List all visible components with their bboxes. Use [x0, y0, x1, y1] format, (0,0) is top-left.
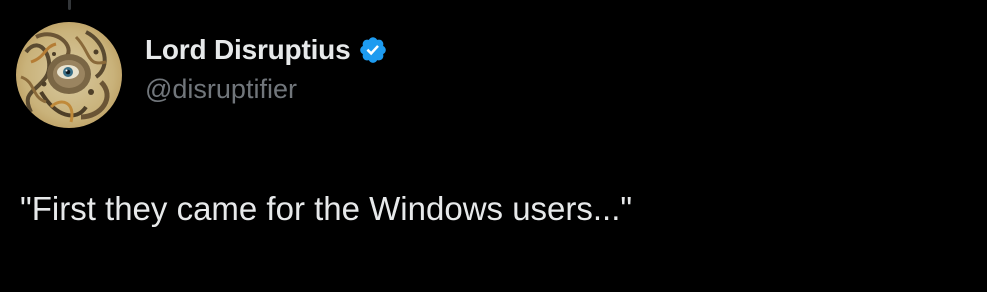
author-block: Lord Disruptius @disruptifier — [145, 28, 388, 105]
user-handle[interactable]: @disruptifier — [145, 74, 388, 105]
display-name[interactable]: Lord Disruptius — [145, 34, 351, 66]
verified-badge-icon[interactable] — [358, 35, 388, 65]
avatar-image — [16, 22, 122, 128]
tweet-text: "First they came for the Windows users..… — [20, 190, 633, 227]
avatar[interactable] — [16, 22, 122, 128]
thread-connector-line — [68, 0, 71, 10]
name-row: Lord Disruptius — [145, 28, 388, 72]
